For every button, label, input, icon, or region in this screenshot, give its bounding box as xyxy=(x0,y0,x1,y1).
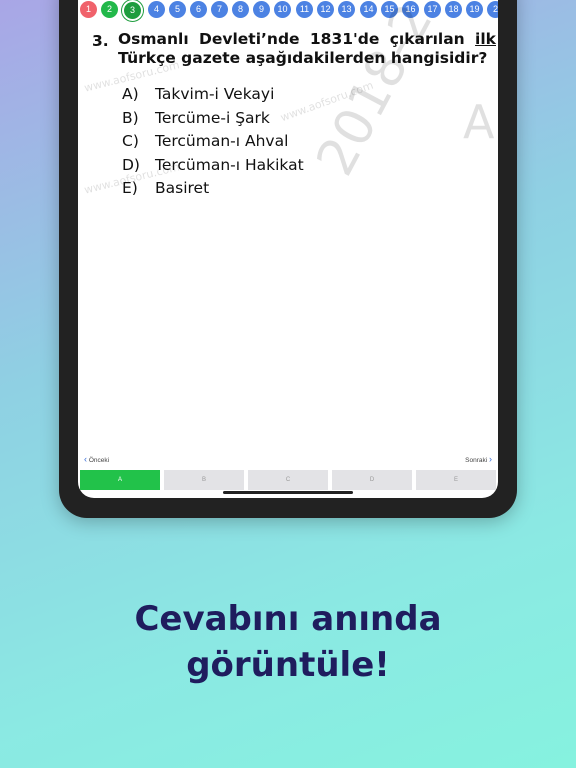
question-number-button[interactable]: 18 xyxy=(445,1,462,18)
tagline-line-1: Cevabını anında xyxy=(134,599,442,639)
answer-options: A) Takvim-i Vekayi B) Tercüme-i Şark C) Ter… xyxy=(122,84,304,202)
app-screen: 1 2 3 4 5 6 7 8 9 10 11 12 13 14 15 16 1… xyxy=(78,0,498,498)
question-word: çıkarılan xyxy=(389,30,465,48)
previous-label: Önceki xyxy=(88,457,110,464)
question-number-button[interactable]: 2 xyxy=(101,1,118,18)
question-navigator: 1 2 3 4 5 6 7 8 9 10 11 12 13 14 15 16 1… xyxy=(78,0,498,22)
option-e: E) Basiret xyxy=(122,178,304,202)
option-text: Tercüme-i Şark xyxy=(155,108,270,127)
question-number-button[interactable]: 13 xyxy=(338,1,355,18)
promo-tagline: Cevabını anında görüntüle! xyxy=(0,596,576,688)
watermark-letter-text: A xyxy=(463,95,495,149)
option-text: Tercüman-ı Hakikat xyxy=(155,155,304,174)
option-text: Tercüman-ı Ahval xyxy=(155,132,289,150)
question-number-button[interactable]: 11 xyxy=(296,1,313,18)
answer-button-c[interactable]: C xyxy=(248,470,328,490)
home-indicator[interactable] xyxy=(223,491,353,494)
answer-button-e[interactable]: E xyxy=(416,470,496,490)
option-letter: C) xyxy=(122,132,139,150)
question-number-button[interactable]: 9 xyxy=(253,1,270,18)
question-number-button[interactable]: 1 xyxy=(80,1,97,18)
question-number-button-current[interactable]: 3 xyxy=(122,0,143,21)
question-word: 1831'de xyxy=(309,30,380,48)
option-letter: A) xyxy=(122,85,139,103)
option-letter: E) xyxy=(122,179,138,197)
question-line-1: Osmanlı Devleti’nde 1831'de çıkarılan il… xyxy=(118,30,496,49)
answer-button-row: A B C D E xyxy=(80,470,496,490)
chevron-right-icon: › xyxy=(489,454,492,464)
question-number-button[interactable]: 15 xyxy=(381,1,398,18)
question-word: Devleti’nde xyxy=(199,30,300,48)
option-text: Basiret xyxy=(155,179,210,197)
question-number-button[interactable]: 7 xyxy=(211,1,228,18)
question-number-button[interactable]: 5 xyxy=(169,1,186,18)
question-number-button[interactable]: 10 xyxy=(274,1,291,18)
tagline-line-2: görüntüle! xyxy=(186,645,390,685)
question-word-underlined: ilk xyxy=(475,30,496,48)
chevron-left-icon: ‹ xyxy=(84,454,87,464)
next-label: Sonraki xyxy=(465,457,488,464)
previous-button[interactable]: ‹ Önceki xyxy=(84,454,109,464)
question-number-button[interactable]: 2 xyxy=(487,1,498,18)
option-letter: D) xyxy=(122,155,140,174)
watermark-year-text: 2018-2 xyxy=(305,0,445,186)
question-number-button[interactable]: 12 xyxy=(317,1,334,18)
question-number-button[interactable]: 17 xyxy=(424,1,441,18)
answer-button-b[interactable]: B xyxy=(164,470,244,490)
question-word: Osmanlı xyxy=(118,30,189,48)
answer-button-d[interactable]: D xyxy=(332,470,412,490)
next-button[interactable]: Sonraki › xyxy=(465,454,492,464)
option-d: D) Tercüman-ı Hakikat xyxy=(122,155,304,179)
option-b: B) Tercüme-i Şark xyxy=(122,108,304,132)
question-line-2: Türkçe gazete aşağıdakilerden hangisidir… xyxy=(118,49,488,67)
question-number-button[interactable]: 8 xyxy=(232,1,249,18)
question-number: 3. xyxy=(92,32,109,50)
question-number-button[interactable]: 19 xyxy=(466,1,483,18)
question-number-button[interactable]: 4 xyxy=(148,1,165,18)
question-number-button[interactable]: 16 xyxy=(402,1,419,18)
option-a: A) Takvim-i Vekayi xyxy=(122,84,304,108)
option-letter: B) xyxy=(122,108,139,127)
question-number-button[interactable]: 6 xyxy=(190,1,207,18)
option-c: C) Tercüman-ı Ahval xyxy=(122,131,304,155)
answer-button-a[interactable]: A xyxy=(80,470,160,490)
option-text: Takvim-i Vekayi xyxy=(155,85,275,103)
prev-next-bar: ‹ Önceki Sonraki › xyxy=(78,452,498,466)
question-number-button[interactable]: 14 xyxy=(360,1,377,18)
